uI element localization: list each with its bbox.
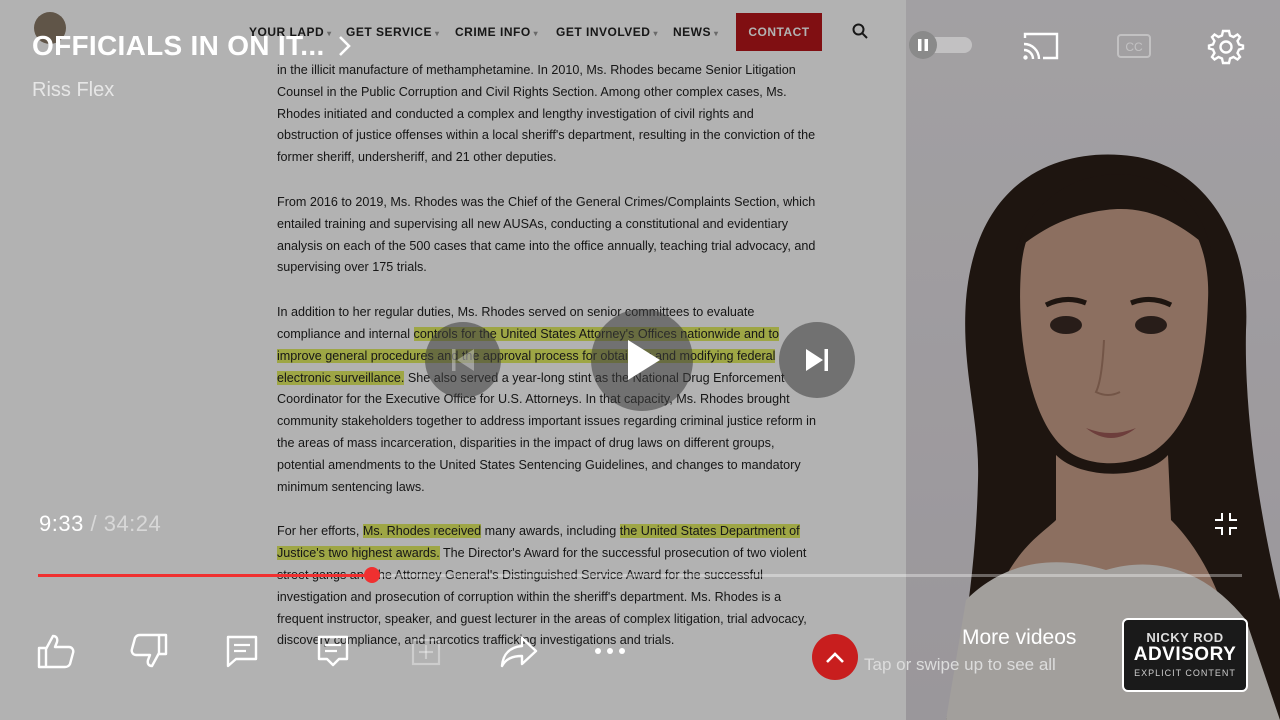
dislike-button[interactable] [126, 628, 172, 674]
settings-button[interactable] [1206, 26, 1246, 66]
autoplay-toggle[interactable] [908, 30, 972, 60]
comments-button[interactable] [219, 628, 265, 674]
next-button[interactable] [779, 322, 855, 398]
article-paragraph: From 2016 to 2019, Ms. Rhodes was the Ch… [277, 194, 816, 275]
article-paragraph: For her efforts, Ms. Rhodes received man… [277, 524, 807, 648]
exit-fullscreen-icon [1215, 513, 1237, 535]
webcam-feed [906, 0, 1280, 720]
highlighted-text: Ms. Rhodes received [362, 524, 482, 539]
contact-button: CONTACT [736, 13, 822, 51]
site-search-icon [852, 23, 868, 44]
settings-icon [1207, 29, 1245, 65]
more-videos-hint: Tap or swipe up to see all [864, 655, 1056, 674]
article-paragraph: in the illicit manufacture of methamphet… [277, 63, 816, 165]
scroll-to-top-button [812, 634, 858, 680]
save-button[interactable] [403, 628, 449, 674]
svg-text:CC: CC [1125, 40, 1143, 54]
more-icon [595, 648, 625, 654]
more-actions-button[interactable] [587, 628, 633, 674]
chevron-up-icon [826, 652, 844, 663]
video-player[interactable]: YOUR LAPD ▾ GET SERVICE ▾ CRIME INFO ▾ GET … [0, 0, 1280, 720]
exit-fullscreen-button[interactable] [1212, 510, 1240, 538]
previous-button[interactable] [425, 322, 501, 398]
pause-icon [918, 39, 922, 51]
share-button[interactable] [496, 628, 542, 674]
skip-next-icon [806, 349, 828, 371]
play-icon [628, 340, 660, 380]
chevron-right-icon [338, 36, 351, 56]
save-icon [411, 638, 441, 666]
chat-icon [317, 635, 349, 667]
comments-icon [226, 635, 258, 668]
duration: 34:24 [103, 511, 162, 536]
captions-icon: CC [1117, 34, 1151, 58]
article-text: in the illicit manufacture of methamphet… [277, 60, 817, 675]
play-button[interactable] [591, 309, 693, 411]
article-paragraph: In addition to her regular duties, Ms. R… [277, 305, 816, 494]
live-chat-button[interactable] [310, 628, 356, 674]
presenter-image [946, 154, 1280, 720]
like-button[interactable] [33, 628, 79, 674]
progress-played [38, 574, 372, 577]
cast-button[interactable] [1021, 26, 1061, 66]
captions-button[interactable]: CC [1114, 26, 1154, 66]
cast-icon [1023, 32, 1059, 60]
nav-get-service: GET SERVICE ▾ [346, 25, 440, 39]
more-videos-label[interactable]: More videos [962, 626, 1076, 650]
channel-name[interactable]: Riss Flex [32, 79, 114, 102]
video-title: OFFICIALS IN ON IT... [32, 30, 325, 61]
video-title-link[interactable]: OFFICIALS IN ON IT... [32, 30, 355, 62]
current-time: 9:33 [39, 511, 84, 536]
time-display: 9:33 / 34:24 [39, 511, 162, 536]
nav-news: NEWS ▾ [673, 25, 719, 39]
nav-crime-info: CRIME INFO ▾ [455, 25, 539, 39]
scrubber-handle[interactable] [363, 567, 380, 583]
progress-bar[interactable] [38, 567, 1242, 583]
skip-previous-icon [452, 349, 474, 371]
next-video-thumbnail[interactable]: NICKY ROD ADVISORY EXPLICIT CONTENT [1122, 618, 1248, 692]
like-icon [37, 634, 75, 669]
dislike-icon [130, 633, 168, 668]
share-icon [500, 636, 538, 668]
nav-get-involved: GET INVOLVED ▾ [556, 25, 658, 39]
